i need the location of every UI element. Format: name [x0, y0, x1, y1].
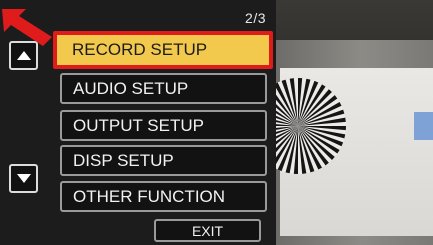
camera-live-view [276, 0, 433, 245]
menu-item-label: OTHER FUNCTION [73, 186, 226, 206]
menu-item-audio-setup[interactable]: AUDIO SETUP [60, 73, 267, 104]
scroll-down-button[interactable] [9, 164, 38, 193]
down-arrow-icon [16, 174, 31, 183]
page-indicator: 2/3 [245, 10, 266, 26]
menu-item-label: DISP SETUP [73, 150, 174, 170]
exit-button-label: EXIT [191, 222, 224, 239]
menu-item-record-setup[interactable]: RECORD SETUP [53, 31, 273, 69]
siemens-star-chart [276, 78, 346, 174]
menu-item-disp-setup[interactable]: DISP SETUP [60, 145, 267, 176]
menu-item-label: RECORD SETUP [72, 40, 208, 59]
menu-item-label: OUTPUT SETUP [73, 115, 204, 135]
up-arrow-icon [16, 51, 31, 60]
pointer-arrow-icon [2, 9, 52, 46]
blue-marker [414, 112, 433, 140]
exit-button[interactable]: EXIT [154, 219, 261, 242]
menu-item-other-function[interactable]: OTHER FUNCTION [60, 181, 267, 212]
camera-screen: 2/3 RECORD SETUP AUDIO SETUP OUTPUT SETU… [0, 0, 433, 245]
menu-item-label: AUDIO SETUP [73, 78, 189, 98]
menu-item-output-setup[interactable]: OUTPUT SETUP [60, 110, 267, 141]
